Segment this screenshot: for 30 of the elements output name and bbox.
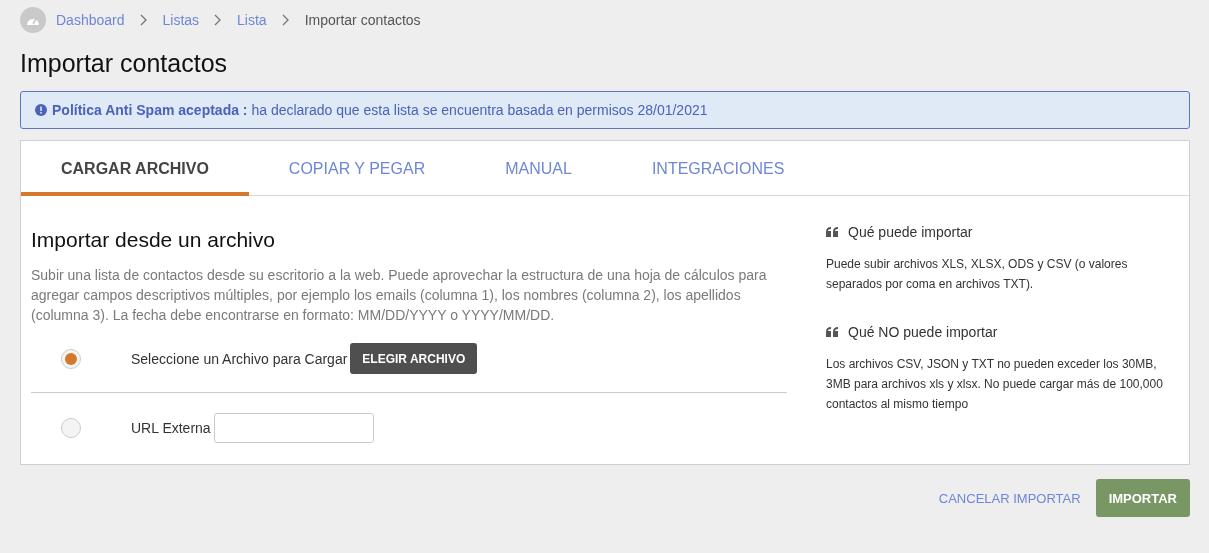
breadcrumb-link[interactable]: Listas xyxy=(162,12,200,28)
tab[interactable]: CARGAR ARCHIVO xyxy=(21,141,249,196)
radio-button[interactable] xyxy=(61,348,81,369)
breadcrumb-link[interactable]: Lista xyxy=(237,12,267,28)
choose-file-button[interactable]: ELEGIR ARCHIVO xyxy=(350,343,478,374)
cancel-link[interactable]: CANCELAR IMPORTAR xyxy=(938,490,1081,506)
info-heading: Qué puede importar xyxy=(848,224,973,240)
alert-text: Política Anti Spam aceptada : ha declarado que esta lista se encuentra basada en permisos 28/01/2021 xyxy=(52,102,708,118)
radio-button[interactable] xyxy=(61,418,81,438)
chevron-icon xyxy=(138,14,149,26)
info-text: Los archivos CSV, JSON y TXT no pueden exceder los 30MB, 3MB para archivos xls y xlsx. No puede cargar más de 100,000 contactos al mismo tiempo xyxy=(826,356,1164,413)
dashboard-icon[interactable] xyxy=(20,7,46,33)
tab[interactable]: COPIAR Y PEGAR xyxy=(248,141,466,196)
current-page-label: Importar contactos xyxy=(304,12,421,28)
quote-icon xyxy=(826,327,838,337)
breadcrumb-link[interactable]: Dashboard xyxy=(56,12,125,28)
import-button[interactable]: IMPORTAR xyxy=(1095,479,1190,517)
tab[interactable]: MANUAL xyxy=(465,141,612,196)
option-label: URL Externa xyxy=(131,420,211,436)
info-heading: Qué NO puede importar xyxy=(848,324,998,340)
option-label: Seleccione un Archivo para Cargar xyxy=(131,350,348,367)
page-title: Importar contactos xyxy=(20,49,229,78)
quote-icon xyxy=(826,227,838,237)
tab[interactable]: INTEGRACIONES xyxy=(611,141,825,196)
section-heading: Importar desde un archivo xyxy=(31,228,276,252)
info-icon xyxy=(35,104,47,116)
url-input-field[interactable] xyxy=(213,413,374,443)
info-text: Puede subir archivos XLS, XLSX, ODS y CSV (o valores separados por coma en archivos TXT). xyxy=(826,256,1129,293)
chevron-icon xyxy=(280,14,291,26)
section-description: Subir una lista de contactos desde su escritorio a la web. Puede aprovechar la estructura de una hoja de cálculos para agregar campos descriptivos múltiples, por ejemplo los emails (columna 1), los nombres (columna 2), los apellidos (columna 3). La fecha debe encontrarse en formato: MM/DD/YYYY o YYYY/MM/DD. xyxy=(31,266,768,325)
